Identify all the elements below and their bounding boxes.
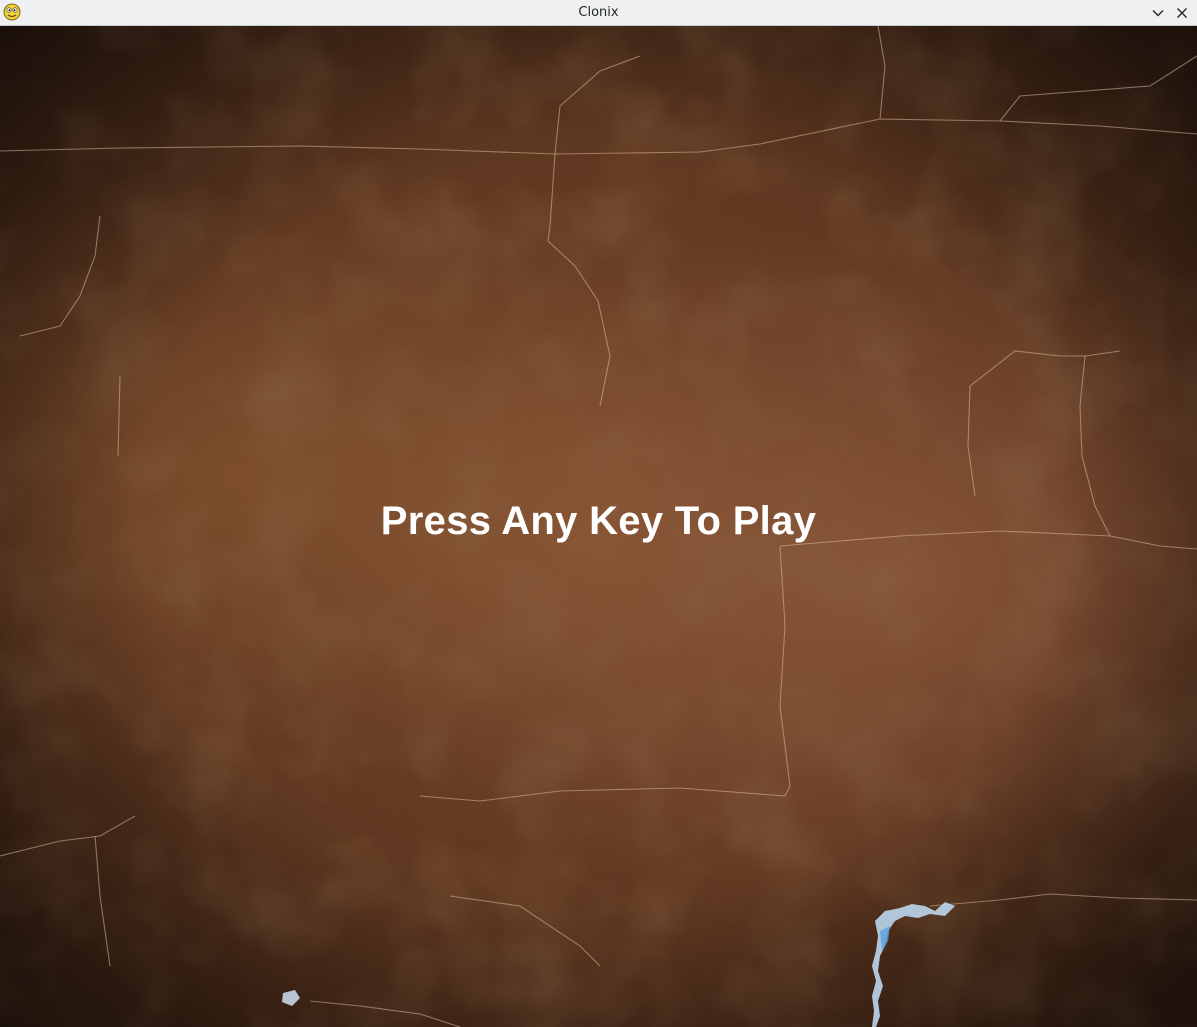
title-bar[interactable]: Clonix: [0, 0, 1197, 26]
close-icon[interactable]: [1172, 3, 1192, 23]
game-canvas[interactable]: Press Any Key To Play: [0, 26, 1197, 1027]
game-window: Clonix Press Any Key To Play: [0, 0, 1197, 1027]
window-title: Clonix: [578, 5, 619, 20]
minimize-chevron-icon[interactable]: [1148, 3, 1168, 23]
press-any-key-prompt: Press Any Key To Play: [380, 499, 817, 543]
